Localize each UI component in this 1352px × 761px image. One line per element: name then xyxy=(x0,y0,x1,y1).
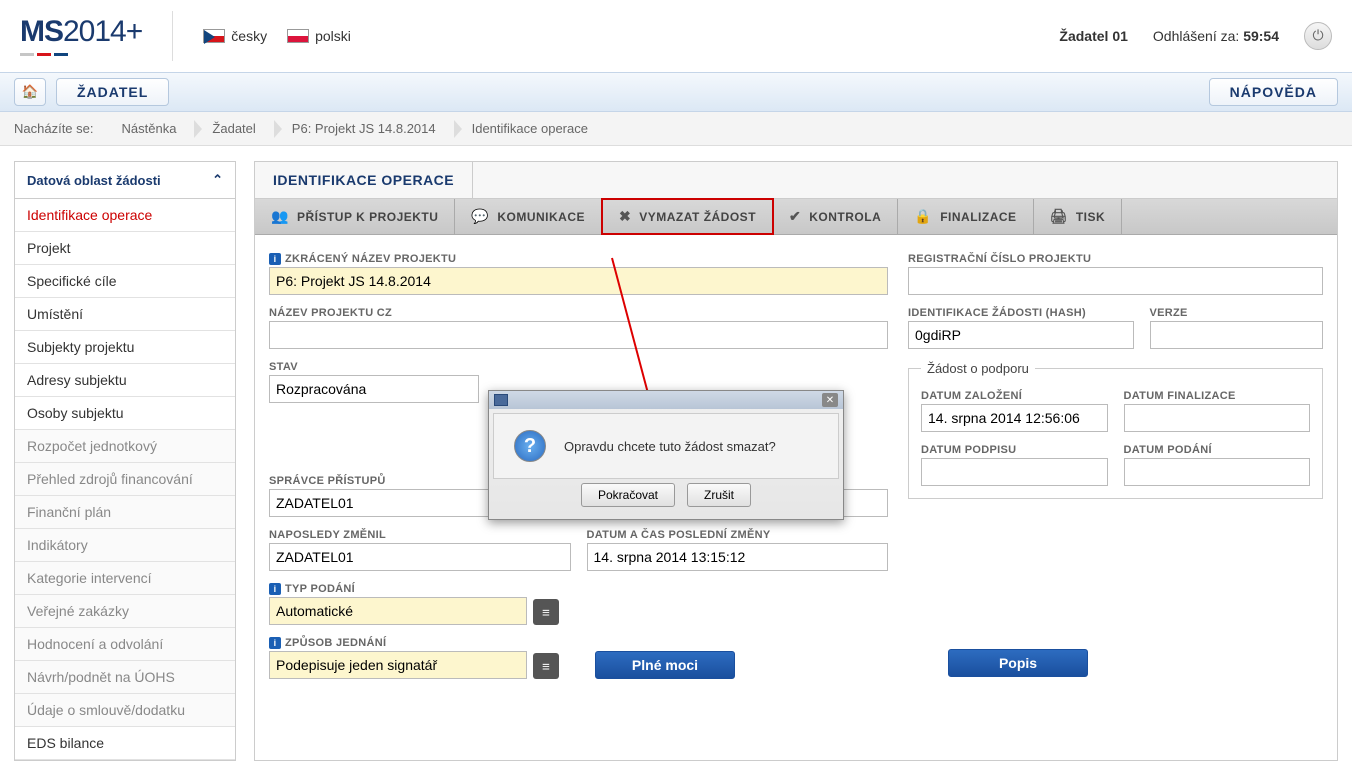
sidebar-item[interactable]: Návrh/podnět na ÚOHS xyxy=(15,661,235,694)
sidebar-item[interactable]: Rozpočet jednotkový xyxy=(15,430,235,463)
tool-icon: 👥 xyxy=(271,208,289,225)
nav-napoveda[interactable]: NÁPOVĚDA xyxy=(1209,78,1338,106)
toolbar-button[interactable]: 🔒 FINALIZACE xyxy=(898,199,1033,234)
sidebar-item[interactable]: Údaje o smlouvě/dodatku xyxy=(15,694,235,727)
reg-no-input[interactable] xyxy=(908,267,1323,295)
user-name: Žadatel 01 xyxy=(1059,28,1127,44)
dialog-close-button[interactable]: ✕ xyxy=(822,393,838,407)
tool-icon: 🔒 xyxy=(914,208,932,225)
state-input[interactable] xyxy=(269,375,479,403)
sign-mode-picker[interactable]: ≡ xyxy=(533,653,559,679)
lastmod-at-input[interactable] xyxy=(587,543,889,571)
signed-input[interactable] xyxy=(921,458,1108,486)
chevron-up-icon: ⌃ xyxy=(212,172,223,188)
power-button[interactable]: ⏻ xyxy=(1304,22,1332,50)
top-bar: MS2014+ česky polski Žadatel 01 Odhlášen… xyxy=(0,0,1352,72)
sidebar-item[interactable]: Finanční plán xyxy=(15,496,235,529)
lang-pl[interactable]: polski xyxy=(287,28,351,44)
breadcrumb-label: Nacházíte se: xyxy=(14,121,94,136)
toolbar-button[interactable]: ✔ KONTROLA xyxy=(773,199,898,234)
list-icon: ≡ xyxy=(542,605,550,620)
dialog-titlebar: ✕ xyxy=(489,391,843,409)
power-icon: ⏻ xyxy=(1312,27,1323,44)
flag-pl-icon xyxy=(287,29,309,43)
list-icon: ≡ xyxy=(542,659,550,674)
sign-mode-input[interactable] xyxy=(269,651,527,679)
main-title: IDENTIFIKACE OPERACE xyxy=(255,162,473,198)
created-input[interactable] xyxy=(921,404,1108,432)
popis-button[interactable]: Popis xyxy=(948,649,1088,677)
breadcrumb-item[interactable]: Nástěnka xyxy=(104,112,195,146)
sidebar-item[interactable]: EDS bilance xyxy=(15,727,235,760)
lastmod-by-input[interactable] xyxy=(269,543,571,571)
close-icon: ✕ xyxy=(826,395,834,406)
sidebar-item[interactable]: Kategorie intervencí xyxy=(15,562,235,595)
breadcrumb-item[interactable]: Žadatel xyxy=(194,112,273,146)
tool-label: KONTROLA xyxy=(809,210,881,224)
sidebar-item[interactable]: Umístění xyxy=(15,298,235,331)
plne-moci-button[interactable]: Plné moci xyxy=(595,651,735,679)
tool-label: VYMAZAT ŽÁDOST xyxy=(639,210,756,224)
required-icon: i xyxy=(269,253,281,265)
sidebar-item[interactable]: Identifikace operace xyxy=(15,199,235,232)
short-name-input[interactable] xyxy=(269,267,888,295)
sidebar-item[interactable]: Projekt xyxy=(15,232,235,265)
submit-type-input[interactable] xyxy=(269,597,527,625)
name-cz-input[interactable] xyxy=(269,321,888,349)
tool-label: KOMUNIKACE xyxy=(497,210,585,224)
window-icon xyxy=(494,394,508,406)
toolbar-button[interactable]: ✖ VYMAZAT ŽÁDOST xyxy=(601,198,774,235)
sidebar-header[interactable]: Datová oblast žádosti ⌃ xyxy=(15,162,235,199)
required-icon: i xyxy=(269,583,281,595)
logo: MS2014+ xyxy=(20,15,142,56)
submit-type-picker[interactable]: ≡ xyxy=(533,599,559,625)
toolbar-button[interactable]: 🖨 TISK xyxy=(1034,199,1123,234)
sidebar-item[interactable]: Indikátory xyxy=(15,529,235,562)
toolbar: 👥 PŘÍSTUP K PROJEKTU 💬 KOMUNIKACE ✖ VYMAZAT Ž… xyxy=(255,199,1337,235)
breadcrumb: Nacházíte se: Nástěnka Žadatel P6: Proje… xyxy=(0,112,1352,146)
sidebar-item[interactable]: Adresy subjektu xyxy=(15,364,235,397)
tool-icon: 💬 xyxy=(471,208,489,225)
sidebar-item[interactable]: Hodnocení a odvolání xyxy=(15,628,235,661)
toolbar-button[interactable]: 💬 KOMUNIKACE xyxy=(455,199,602,234)
flag-cz-icon xyxy=(203,29,225,43)
sidebar-item[interactable]: Veřejné zakázky xyxy=(15,595,235,628)
required-icon: i xyxy=(269,637,281,649)
hash-input[interactable] xyxy=(908,321,1134,349)
nav-zadatel[interactable]: ŽADATEL xyxy=(56,78,169,106)
home-icon: 🏠 xyxy=(22,84,39,100)
dialog-continue-button[interactable]: Pokračovat xyxy=(581,483,675,507)
breadcrumb-item[interactable]: P6: Projekt JS 14.8.2014 xyxy=(274,112,454,146)
tool-icon: 🖨 xyxy=(1050,208,1068,225)
sidebar-item[interactable]: Specifické cíle xyxy=(15,265,235,298)
version-input[interactable] xyxy=(1150,321,1323,349)
dialog-message: Opravdu chcete tuto žádost smazat? xyxy=(564,439,776,454)
finalized-input[interactable] xyxy=(1124,404,1311,432)
tool-icon: ✖ xyxy=(619,208,631,225)
home-button[interactable]: 🏠 xyxy=(14,78,46,106)
question-icon: ? xyxy=(514,430,546,462)
nav-bar: 🏠 ŽADATEL NÁPOVĚDA xyxy=(0,72,1352,112)
breadcrumb-item[interactable]: Identifikace operace xyxy=(454,112,606,146)
confirm-dialog: ✕ ? Opravdu chcete tuto žádost smazat? P… xyxy=(488,390,844,520)
tool-label: TISK xyxy=(1076,210,1105,224)
submitted-input[interactable] xyxy=(1124,458,1311,486)
lang-cz[interactable]: česky xyxy=(203,28,267,44)
tool-label: PŘÍSTUP K PROJEKTU xyxy=(297,210,438,224)
tool-icon: ✔ xyxy=(789,208,801,225)
tool-label: FINALIZACE xyxy=(940,210,1016,224)
dialog-cancel-button[interactable]: Zrušit xyxy=(687,483,751,507)
toolbar-button[interactable]: 👥 PŘÍSTUP K PROJEKTU xyxy=(255,199,455,234)
sidebar-item[interactable]: Osoby subjektu xyxy=(15,397,235,430)
sidebar-item[interactable]: Subjekty projektu xyxy=(15,331,235,364)
logout-timer: Odhlášení za: 59:54 xyxy=(1153,28,1279,44)
sidebar: Datová oblast žádosti ⌃ Identifikace ope… xyxy=(14,161,236,761)
request-fieldset: Žádost o podporu DATUM ZALOŽENÍ DATUM FI… xyxy=(908,361,1323,499)
sidebar-item[interactable]: Přehled zdrojů financování xyxy=(15,463,235,496)
